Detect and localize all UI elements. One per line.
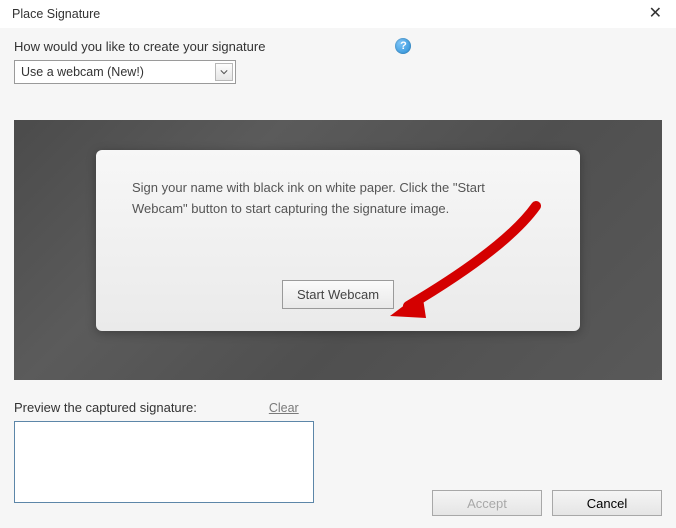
help-icon[interactable]: ?: [395, 38, 411, 54]
dialog-body: How would you like to create your signat…: [0, 28, 676, 517]
window-title: Place Signature: [12, 7, 100, 21]
accept-button: Accept: [432, 490, 542, 516]
chevron-down-icon: [215, 63, 233, 81]
instruction-panel: Sign your name with black ink on white p…: [96, 150, 580, 331]
dropdown-selected: Use a webcam (New!): [21, 65, 144, 79]
dialog-footer: Accept Cancel: [432, 490, 662, 516]
signature-method-dropdown[interactable]: Use a webcam (New!): [14, 60, 236, 84]
cancel-button[interactable]: Cancel: [552, 490, 662, 516]
clear-link[interactable]: Clear: [269, 401, 299, 415]
start-webcam-button[interactable]: Start Webcam: [282, 280, 394, 309]
titlebar: Place Signature ✕: [0, 0, 676, 28]
instruction-text: Sign your name with black ink on white p…: [132, 178, 544, 220]
question-row: How would you like to create your signat…: [14, 38, 662, 54]
close-icon[interactable]: ✕: [645, 2, 666, 26]
webcam-capture-area: Sign your name with black ink on white p…: [14, 120, 662, 380]
preview-row: Preview the captured signature: Clear: [14, 400, 662, 415]
preview-box: [14, 421, 314, 503]
signature-method-label: How would you like to create your signat…: [14, 39, 265, 54]
preview-label: Preview the captured signature:: [14, 400, 197, 415]
